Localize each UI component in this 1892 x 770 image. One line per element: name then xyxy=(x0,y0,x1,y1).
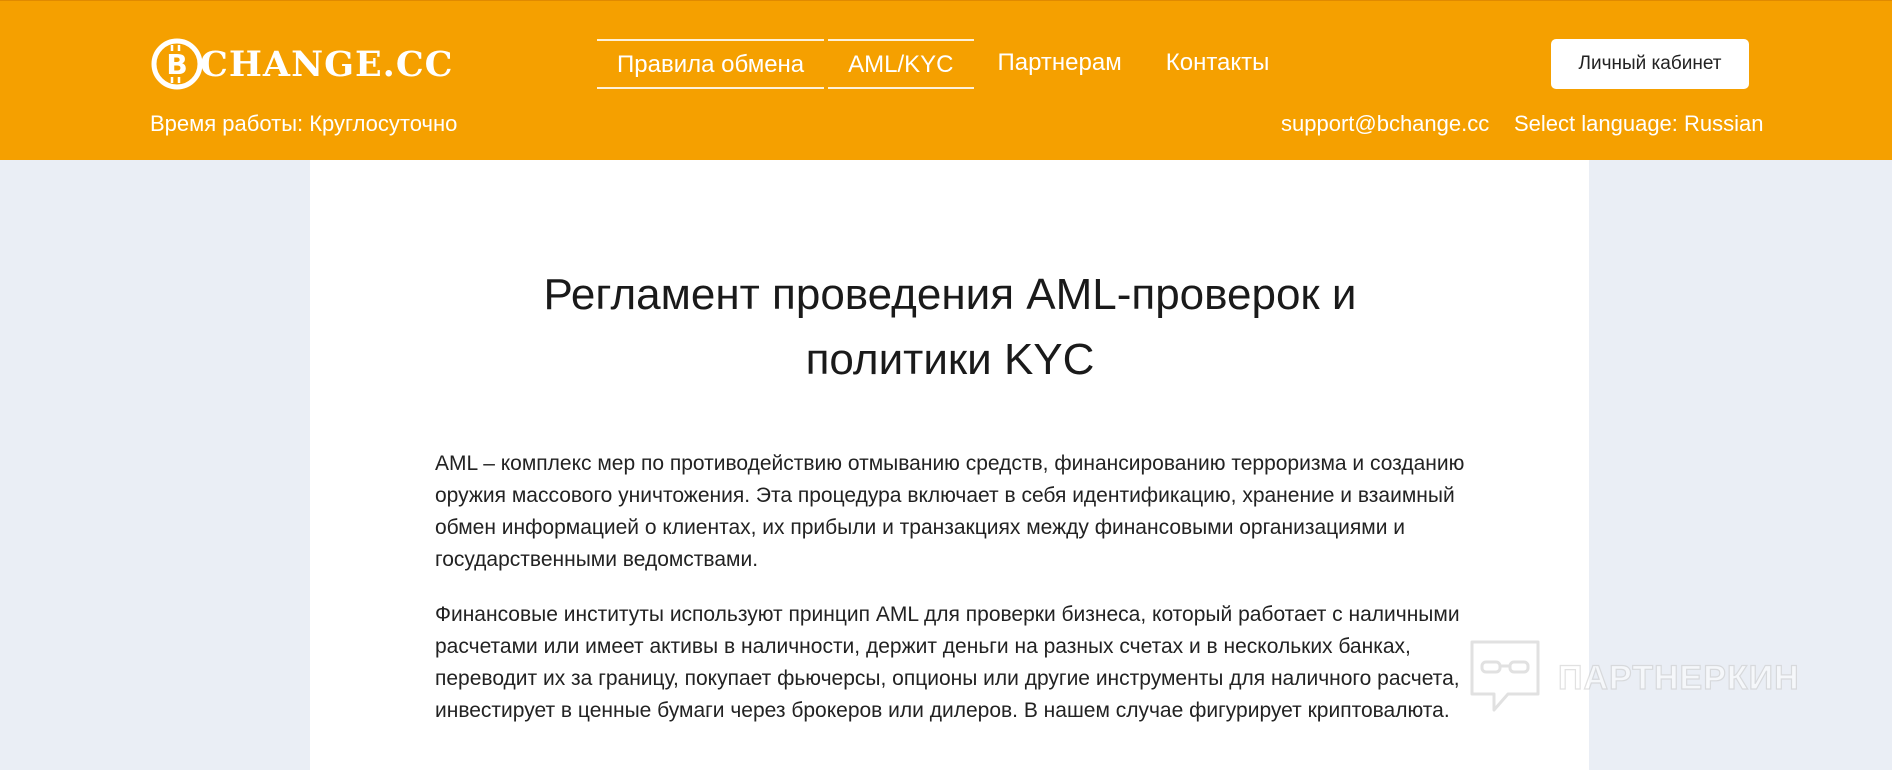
chat-bubble-glasses-icon xyxy=(1470,640,1540,712)
nav-aml-kyc[interactable]: AML/KYC xyxy=(828,39,974,89)
nav-exchange-rules[interactable]: Правила обмена xyxy=(597,39,825,89)
page-title: Регламент проведения AML-проверок и поли… xyxy=(470,262,1430,392)
page-title-line-1: Регламент проведения AML-проверок и xyxy=(543,270,1357,319)
bitcoin-logo-icon: B xyxy=(151,38,203,90)
personal-cabinet-button[interactable]: Личный кабинет xyxy=(1551,39,1749,89)
content-panel: Регламент проведения AML-проверок и поли… xyxy=(310,160,1589,770)
work-hours-text: Время работы: Круглосуточно xyxy=(150,111,458,136)
nav-partners[interactable]: Партнерам xyxy=(978,39,1142,89)
page-title-line-2: политики KYC xyxy=(805,335,1095,384)
watermark-text: ПАРТНЕРКИН xyxy=(1557,658,1800,697)
language-selector[interactable]: Select language: Russian xyxy=(1514,111,1764,137)
nav-contacts[interactable]: Контакты xyxy=(1146,39,1290,89)
paragraph-aml-definition: AML – комплекс мер по противодействию от… xyxy=(435,452,1465,571)
site-logo[interactable]: B CHANGE.CC xyxy=(150,37,454,91)
support-email-link[interactable]: support@bchange.cc xyxy=(1281,111,1489,137)
paragraph-financial-institutions: Финансовые институты используют принцип … xyxy=(435,603,1460,722)
site-header: B CHANGE.CC Правила обмена AML/KYC Партн… xyxy=(0,0,1892,160)
main-nav: Правила обмена AML/KYC Партнерам Контакт… xyxy=(597,39,1289,89)
logo-text: CHANGE.CC xyxy=(200,43,454,85)
partnerkin-watermark: ПАРТНЕРКИН xyxy=(1468,638,1800,718)
svg-text:B: B xyxy=(166,48,187,81)
